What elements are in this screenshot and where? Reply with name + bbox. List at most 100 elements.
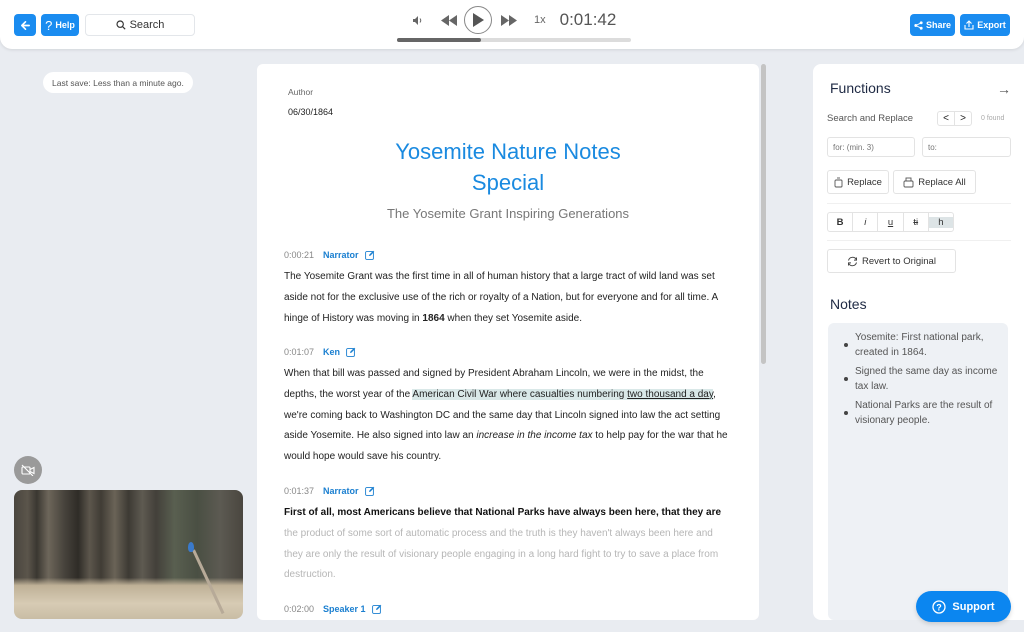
segment-timestamp[interactable]: 0:01:37 bbox=[284, 486, 314, 496]
playback-time: 0:01:42 bbox=[560, 10, 617, 30]
replace-icon bbox=[834, 177, 843, 188]
replace-label: Replace bbox=[847, 177, 882, 188]
export-label: Export bbox=[977, 20, 1006, 30]
segment-timestamp[interactable]: 0:02:00 bbox=[284, 604, 314, 614]
highlight-label: h bbox=[929, 217, 953, 228]
notes-title: Notes bbox=[830, 296, 867, 312]
divider bbox=[827, 240, 1011, 241]
fast-forward-icon[interactable] bbox=[498, 15, 520, 26]
segment-speaker[interactable]: Ken bbox=[323, 347, 340, 357]
functions-panel: Functions → Search and Replace < > 0 fou… bbox=[813, 64, 1024, 620]
playback-speed[interactable]: 1x bbox=[534, 14, 546, 26]
transcript-segment: 0:00:21 Narrator The Yosemite Grant was … bbox=[284, 248, 732, 329]
unplayed-text: the product of some sort of automatic pr… bbox=[284, 528, 718, 581]
svg-text:?: ? bbox=[937, 602, 943, 612]
found-count: 0 found bbox=[981, 115, 1004, 122]
bullet-icon bbox=[844, 377, 848, 381]
volume-icon[interactable] bbox=[410, 15, 426, 26]
segment-text[interactable]: The Yosemite Grant was the first time in… bbox=[284, 267, 732, 329]
highlight-button[interactable]: h bbox=[929, 213, 953, 231]
video-bird bbox=[188, 542, 194, 552]
collapse-panel-arrow-icon[interactable]: → bbox=[997, 81, 1011, 97]
segment-speaker[interactable]: Narrator bbox=[323, 250, 359, 260]
audio-player: 1x 0:01:42 bbox=[410, 6, 616, 34]
video-preview[interactable] bbox=[14, 490, 243, 619]
note-item: National Parks are the result of visiona… bbox=[844, 398, 1000, 428]
replace-to-input[interactable] bbox=[922, 137, 1011, 157]
revert-to-original-button[interactable]: Revert to Original bbox=[827, 249, 956, 273]
functions-title: Functions bbox=[830, 80, 891, 96]
document-date: 06/30/1864 bbox=[288, 107, 333, 117]
replace-all-label: Replace All bbox=[918, 177, 966, 188]
segment-text[interactable]: When that bill was passed and signed by … bbox=[284, 364, 732, 468]
support-button[interactable]: ? Support bbox=[916, 591, 1011, 622]
document-scrollbar[interactable] bbox=[761, 64, 766, 364]
play-icon bbox=[472, 13, 484, 27]
playback-progress-bar[interactable] bbox=[397, 38, 631, 42]
transcript-segment: 0:02:00 Speaker 1 bbox=[284, 602, 732, 616]
share-label: Share bbox=[926, 20, 951, 30]
divider bbox=[827, 203, 1011, 204]
edit-speaker-icon[interactable] bbox=[365, 486, 375, 496]
export-button[interactable]: Export bbox=[960, 14, 1010, 36]
author-label: Author bbox=[288, 87, 313, 97]
edit-speaker-icon[interactable] bbox=[372, 604, 382, 614]
search-for-input[interactable] bbox=[827, 137, 915, 157]
note-text: Yosemite: First national park, created i… bbox=[855, 330, 1000, 360]
segment-speaker[interactable]: Speaker 1 bbox=[323, 604, 366, 614]
search-button[interactable]: Search bbox=[85, 14, 195, 36]
share-icon bbox=[914, 21, 923, 30]
italic-button[interactable]: i bbox=[853, 213, 878, 231]
played-text: First of all, most Americans believe tha… bbox=[284, 507, 721, 518]
highlighted-underlined-text: two thousand a day bbox=[627, 389, 713, 400]
note-item: Signed the same day as income tax law. bbox=[844, 364, 1000, 394]
strikethrough-button[interactable]: ti bbox=[904, 213, 929, 231]
document-title: Yosemite Nature Notes Special bbox=[257, 136, 759, 198]
next-match-button[interactable]: > bbox=[955, 112, 971, 125]
title-line-2: Special bbox=[257, 167, 759, 198]
revert-label: Revert to Original bbox=[862, 256, 936, 267]
camera-off-icon bbox=[21, 464, 35, 476]
top-bar: ? Help Search 1x 0:01:42 Share Export bbox=[0, 0, 1024, 49]
replace-all-button[interactable]: Replace All bbox=[893, 170, 976, 194]
camera-toggle-button[interactable] bbox=[14, 456, 42, 484]
bullet-icon bbox=[844, 343, 848, 347]
segment-timestamp[interactable]: 0:00:21 bbox=[284, 250, 314, 260]
edit-speaker-icon[interactable] bbox=[365, 250, 375, 260]
search-icon bbox=[116, 20, 126, 30]
refresh-icon bbox=[847, 256, 858, 267]
rewind-icon[interactable] bbox=[438, 15, 460, 26]
back-button[interactable] bbox=[14, 14, 36, 36]
segment-text[interactable]: First of all, most Americans believe tha… bbox=[284, 503, 732, 586]
notes-list[interactable]: Yosemite: First national park, created i… bbox=[828, 323, 1008, 620]
segment-speaker[interactable]: Narrator bbox=[323, 486, 359, 496]
search-replace-label: Search and Replace bbox=[827, 113, 913, 124]
help-circle-icon: ? bbox=[932, 600, 946, 614]
title-line-1: Yosemite Nature Notes bbox=[257, 136, 759, 167]
help-label: Help bbox=[55, 20, 75, 30]
edit-speaker-icon[interactable] bbox=[346, 347, 356, 357]
help-button[interactable]: ? Help bbox=[41, 14, 79, 36]
bold-button[interactable]: B bbox=[828, 213, 853, 231]
question-icon: ? bbox=[45, 18, 52, 33]
search-nav: < > bbox=[937, 111, 972, 126]
bullet-icon bbox=[844, 411, 848, 415]
replace-button[interactable]: Replace bbox=[827, 170, 889, 194]
document-subtitle: The Yosemite Grant Inspiring Generations bbox=[257, 206, 759, 221]
text-run: when they set Yosemite aside. bbox=[445, 313, 582, 324]
arrow-left-icon bbox=[20, 20, 31, 31]
previous-match-button[interactable]: < bbox=[938, 112, 955, 125]
support-label: Support bbox=[952, 601, 994, 613]
replace-all-icon bbox=[903, 177, 914, 188]
transcript-segment: 0:01:07 Ken When that bill was passed an… bbox=[284, 345, 732, 468]
share-button[interactable]: Share bbox=[910, 14, 955, 36]
video-branch bbox=[192, 549, 224, 614]
playback-progress-fill bbox=[397, 38, 481, 42]
search-label: Search bbox=[130, 19, 165, 31]
note-item: Yosemite: First national park, created i… bbox=[844, 330, 1000, 360]
underline-button[interactable]: u bbox=[878, 213, 903, 231]
segment-timestamp[interactable]: 0:01:07 bbox=[284, 347, 314, 357]
transcript-document: Author 06/30/1864 Yosemite Nature Notes … bbox=[257, 64, 759, 620]
note-text: Signed the same day as income tax law. bbox=[855, 364, 1000, 394]
play-button[interactable] bbox=[464, 6, 492, 34]
